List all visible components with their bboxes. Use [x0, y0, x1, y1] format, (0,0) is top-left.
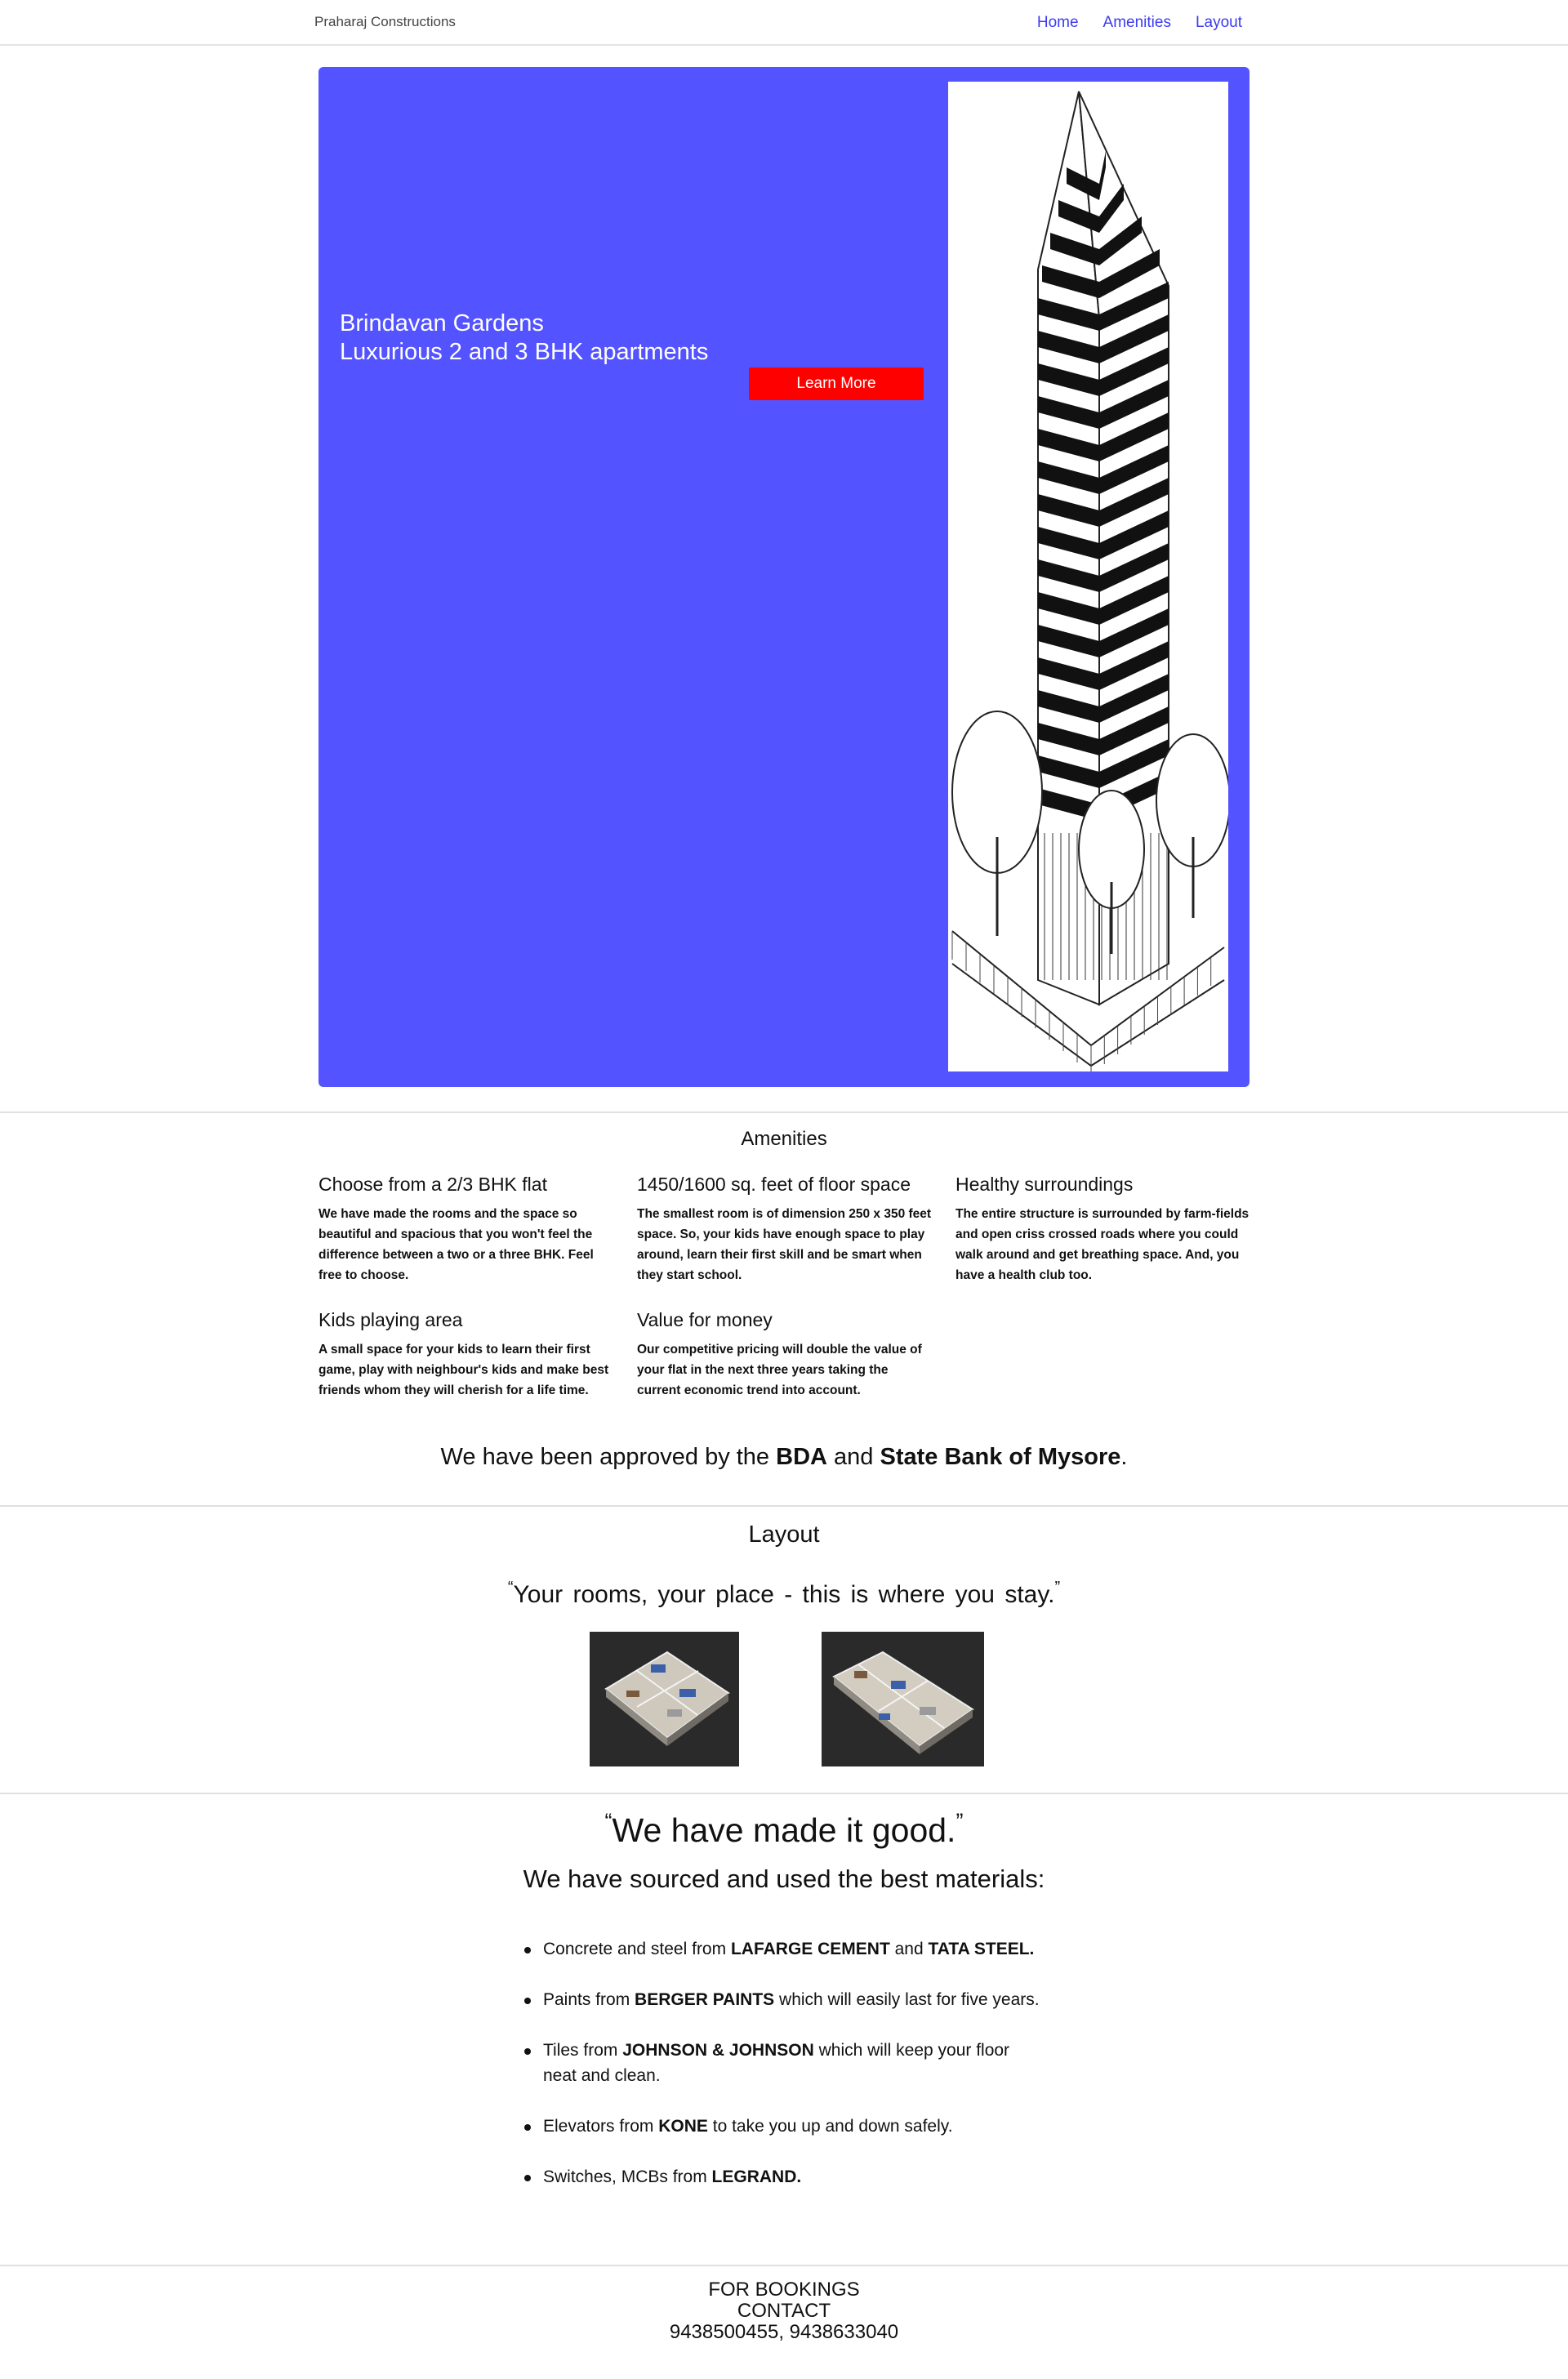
- item-text: to take you up and down safely.: [707, 2117, 953, 2136]
- hero-title-line1: Brindavan Gardens: [340, 310, 544, 336]
- approval-suffix: .: [1120, 1444, 1128, 1470]
- approval-org-sbm: State Bank of Mysore: [880, 1444, 1121, 1470]
- layout-quote-text: Your rooms, your place - this is where y…: [513, 1581, 1055, 1608]
- amenities-heading: Amenities: [741, 1128, 827, 1150]
- open-quote-mark: “: [507, 1579, 514, 1597]
- amenity-text: A small space for your kids to learn the…: [318, 1343, 609, 1397]
- brand-name: BERGER PAINTS: [635, 1990, 775, 2009]
- amenity-text: The entire structure is surrounded by fa…: [956, 1207, 1250, 1282]
- amenity-item: Healthy surroundings The entire structur…: [956, 1174, 1254, 1285]
- hero-banner: Brindavan Gardens Luxurious 2 and 3 BHK …: [318, 67, 1250, 1087]
- hero-title: Brindavan Gardens Luxurious 2 and 3 BHK …: [340, 310, 708, 367]
- floor-plan-drawing: [590, 1632, 739, 1766]
- item-text: Tiles from: [543, 2041, 623, 2060]
- floor-plan-2bhk-image: [590, 1632, 739, 1766]
- amenity-title: Healthy surroundings: [956, 1174, 1134, 1195]
- divider: [0, 1112, 1568, 1113]
- item-text: which will easily last for five years.: [774, 1990, 1040, 2009]
- layout-heading: Layout: [748, 1521, 820, 1548]
- top-navbar: Praharaj Constructions Home Amenities La…: [0, 0, 1568, 46]
- list-item: Paints from BERGER PAINTS which will eas…: [523, 1987, 1045, 2012]
- quality-quote-text: We have made it good.: [612, 1811, 956, 1849]
- hero-title-line2: Luxurious 2 and 3 BHK apartments: [340, 339, 709, 365]
- amenity-item: Value for money Our competitive pricing …: [637, 1309, 935, 1401]
- brand-name: LAFARGE CEMENT: [730, 1940, 890, 1958]
- brand-name: LEGRAND.: [711, 2167, 802, 2186]
- brand-name: TATA STEEL.: [928, 1940, 1035, 1958]
- amenity-text: The smallest room is of dimension 250 x …: [637, 1207, 932, 1282]
- brand-name: JOHNSON & JOHNSON: [622, 2041, 814, 2060]
- close-quote-mark: ”: [1054, 1579, 1061, 1597]
- list-item: Switches, MCBs from LEGRAND.: [523, 2164, 1045, 2190]
- footer-contact: FOR BOOKINGS CONTACT 9438500455, 9438633…: [0, 2279, 1568, 2343]
- skyscraper-drawing: [951, 91, 1228, 1071]
- footer-phones[interactable]: 9438500455, 9438633040: [0, 2322, 1568, 2343]
- amenity-text: Our competitive pricing will double the …: [637, 1343, 922, 1397]
- brand-name[interactable]: Praharaj Constructions: [314, 14, 456, 30]
- nav-link-home[interactable]: Home: [1037, 14, 1079, 32]
- brand-name: KONE: [658, 2117, 708, 2136]
- learn-more-button[interactable]: Learn More: [749, 368, 924, 400]
- materials-list: Concrete and steel from LAFARGE CEMENT a…: [523, 1936, 1045, 2215]
- skyscraper-image: [948, 82, 1228, 1071]
- amenity-title: Value for money: [637, 1309, 773, 1330]
- floor-plan-drawing: [822, 1632, 984, 1766]
- item-text: Switches, MCBs from: [543, 2167, 712, 2186]
- divider: [0, 1505, 1568, 1507]
- amenity-title: Choose from a 2/3 BHK flat: [318, 1174, 547, 1195]
- divider: [0, 2265, 1568, 2266]
- nav-link-amenities[interactable]: Amenities: [1103, 14, 1171, 32]
- open-quote-mark: “: [604, 1809, 612, 1833]
- list-item: Concrete and steel from LAFARGE CEMENT a…: [523, 1936, 1045, 1962]
- divider: [0, 1793, 1568, 1794]
- amenity-text: We have made the rooms and the space so …: [318, 1207, 594, 1282]
- amenity-item: Choose from a 2/3 BHK flat We have made …: [318, 1174, 617, 1285]
- footer-contact-label: CONTACT: [737, 2300, 831, 2322]
- item-text: and: [889, 1940, 929, 1958]
- floor-plan-3bhk-image: [822, 1632, 984, 1766]
- amenity-item: 1450/1600 sq. feet of floor space The sm…: [637, 1174, 935, 1285]
- footer-bookings: FOR BOOKINGS: [708, 2279, 860, 2301]
- item-text: Elevators from: [543, 2117, 659, 2136]
- item-text: Paints from: [543, 1990, 635, 2009]
- close-quote-mark: ”: [956, 1809, 964, 1833]
- amenity-title: Kids playing area: [318, 1309, 463, 1330]
- nav-link-layout[interactable]: Layout: [1196, 14, 1242, 32]
- approval-prefix: We have been approved by the: [440, 1444, 770, 1470]
- materials-subheading: We have sourced and used the best materi…: [523, 1864, 1045, 1893]
- nav-links: Home Amenities Layout: [1037, 14, 1242, 32]
- item-text: Concrete and steel from: [543, 1940, 731, 1958]
- approval-statement: We have been approved by the BDA and Sta…: [0, 1444, 1568, 1471]
- quality-quote: “We have made it good.”: [0, 1809, 1568, 1850]
- list-item: Tiles from JOHNSON & JOHNSON which will …: [523, 2038, 1045, 2088]
- approval-joiner: and: [834, 1444, 874, 1470]
- approval-org-bda: BDA: [776, 1444, 827, 1470]
- amenity-item: Kids playing area A small space for your…: [318, 1309, 617, 1401]
- list-item: Elevators from KONE to take you up and d…: [523, 2114, 1045, 2139]
- amenity-title: 1450/1600 sq. feet of floor space: [637, 1174, 911, 1195]
- layout-quote: “Your rooms, your place - this is where …: [0, 1579, 1568, 1609]
